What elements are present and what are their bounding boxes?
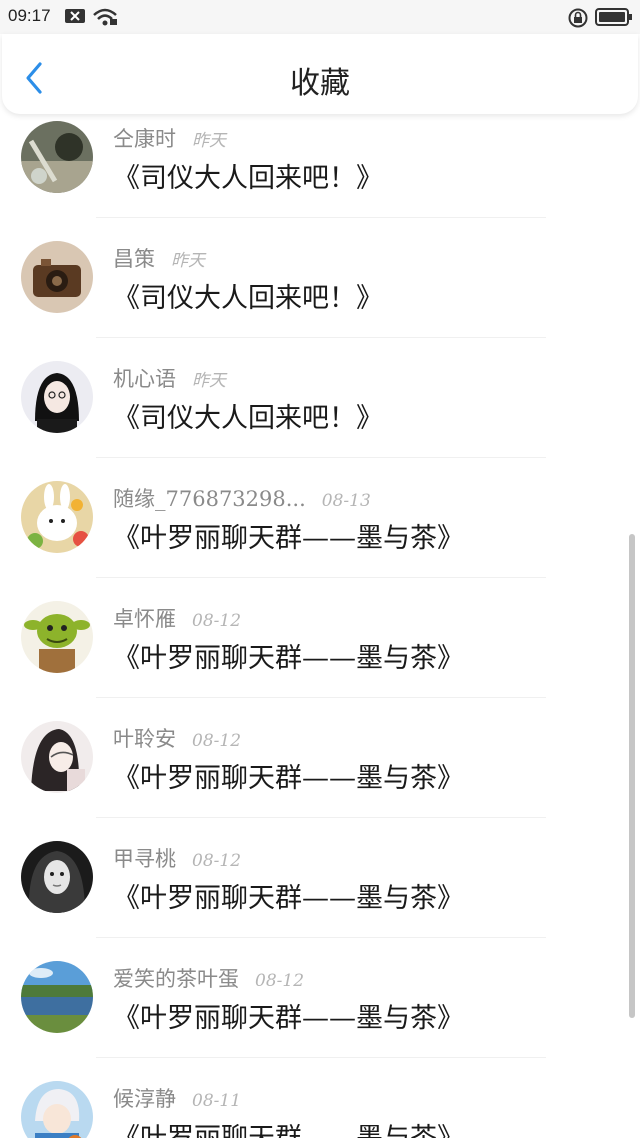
user-name[interactable]: 仝康时 [113,123,176,153]
avatar-image [21,601,93,673]
item-title[interactable]: 《叶罗丽聊天群——墨与茶》 [113,756,464,795]
avatar [21,721,93,793]
item-meta: 随缘_776873298... 08-13 [113,483,371,511]
divider [96,337,546,338]
divider [96,217,546,218]
user-name[interactable]: 机心语 [113,363,176,393]
timestamp: 08-12 [255,971,305,991]
notification-close-icon [65,9,85,23]
battery-icon [595,8,632,26]
divider [96,457,546,458]
item-meta: 叶聆安 08-12 [113,723,241,751]
list-item[interactable]: 随缘_776873298... 08-13 《叶罗丽聊天群——墨与茶》 [0,474,620,594]
item-meta: 候淳静 08-11 [113,1083,241,1111]
item-meta: 甲寻桃 08-12 [113,843,241,871]
list-item[interactable]: 候淳静 08-11 《叶罗丽聊天群——墨与茶》 [0,1074,620,1138]
avatar-image [21,241,93,313]
avatar [21,601,93,673]
list-item[interactable]: 昌策 昨天 《司仪大人回来吧！》 [0,234,620,354]
list-item[interactable]: 卓怀雁 08-12 《叶罗丽聊天群——墨与茶》 [0,594,620,714]
avatar [21,841,93,913]
user-name[interactable]: 卓怀雁 [113,603,176,633]
avatar [21,961,93,1033]
page-title: 收藏 [290,66,350,101]
list-item[interactable]: 甲寻桃 08-12 《叶罗丽聊天群——墨与茶》 [0,834,620,954]
user-name[interactable]: 甲寻桃 [113,843,176,873]
divider [96,697,546,698]
timestamp: 昨天 [171,251,205,271]
timestamp: 08-12 [192,611,242,631]
avatar-image [21,1081,93,1138]
user-name[interactable]: 爱笑的茶叶蛋 [113,963,239,993]
list-item[interactable]: 叶聆安 08-12 《叶罗丽聊天群——墨与茶》 [0,714,620,834]
divider [96,937,546,938]
avatar [21,241,93,313]
user-name[interactable]: 随缘_776873298... [113,483,306,513]
list-item[interactable]: 爱笑的茶叶蛋 08-12 《叶罗丽聊天群——墨与茶》 [0,954,620,1074]
timestamp: 08-13 [321,491,371,511]
avatar-image [21,961,93,1033]
user-name[interactable]: 昌策 [113,243,155,273]
timestamp: 昨天 [192,131,226,151]
favorites-list: 仝康时 昨天 《司仪大人回来吧！》 昌策 昨天 《司仪大人回来吧！》 机心语 昨… [0,114,640,1138]
divider [96,577,546,578]
avatar [21,1081,93,1138]
scrollbar[interactable] [629,534,635,1018]
rotation-lock-icon [568,8,588,28]
item-title[interactable]: 《叶罗丽聊天群——墨与茶》 [113,516,464,555]
item-title[interactable]: 《叶罗丽聊天群——墨与茶》 [113,636,464,675]
item-meta: 昌策 昨天 [113,243,205,271]
item-meta: 机心语 昨天 [113,363,226,391]
item-title[interactable]: 《司仪大人回来吧！》 [113,156,383,195]
item-title[interactable]: 《叶罗丽聊天群——墨与茶》 [113,1116,464,1138]
timestamp: 08-12 [192,731,242,751]
item-meta: 爱笑的茶叶蛋 08-12 [113,963,304,991]
header: 收藏 [2,34,638,114]
avatar-image [21,841,93,913]
item-title[interactable]: 《司仪大人回来吧！》 [113,396,383,435]
timestamp: 08-11 [192,1091,242,1111]
avatar [21,361,93,433]
avatar-image [21,481,93,553]
user-name[interactable]: 候淳静 [113,1083,176,1113]
list-item[interactable]: 仝康时 昨天 《司仪大人回来吧！》 [0,114,620,234]
item-meta: 卓怀雁 08-12 [113,603,241,631]
timestamp: 08-12 [192,851,242,871]
divider [96,1057,546,1058]
avatar-image [21,361,93,433]
list-item[interactable]: 机心语 昨天 《司仪大人回来吧！》 [0,354,620,474]
wifi-icon [93,8,117,26]
avatar [21,121,93,193]
item-title[interactable]: 《司仪大人回来吧！》 [113,276,383,315]
avatar-image [21,121,93,193]
timestamp: 昨天 [192,371,226,391]
item-title[interactable]: 《叶罗丽聊天群——墨与茶》 [113,876,464,915]
item-meta: 仝康时 昨天 [113,123,226,151]
avatar [21,481,93,553]
divider [96,817,546,818]
status-time: 09:17 [8,6,51,25]
user-name[interactable]: 叶聆安 [113,723,176,753]
status-bar: 09:17 [0,0,640,34]
avatar-image [21,721,93,793]
item-title[interactable]: 《叶罗丽聊天群——墨与茶》 [113,996,464,1035]
